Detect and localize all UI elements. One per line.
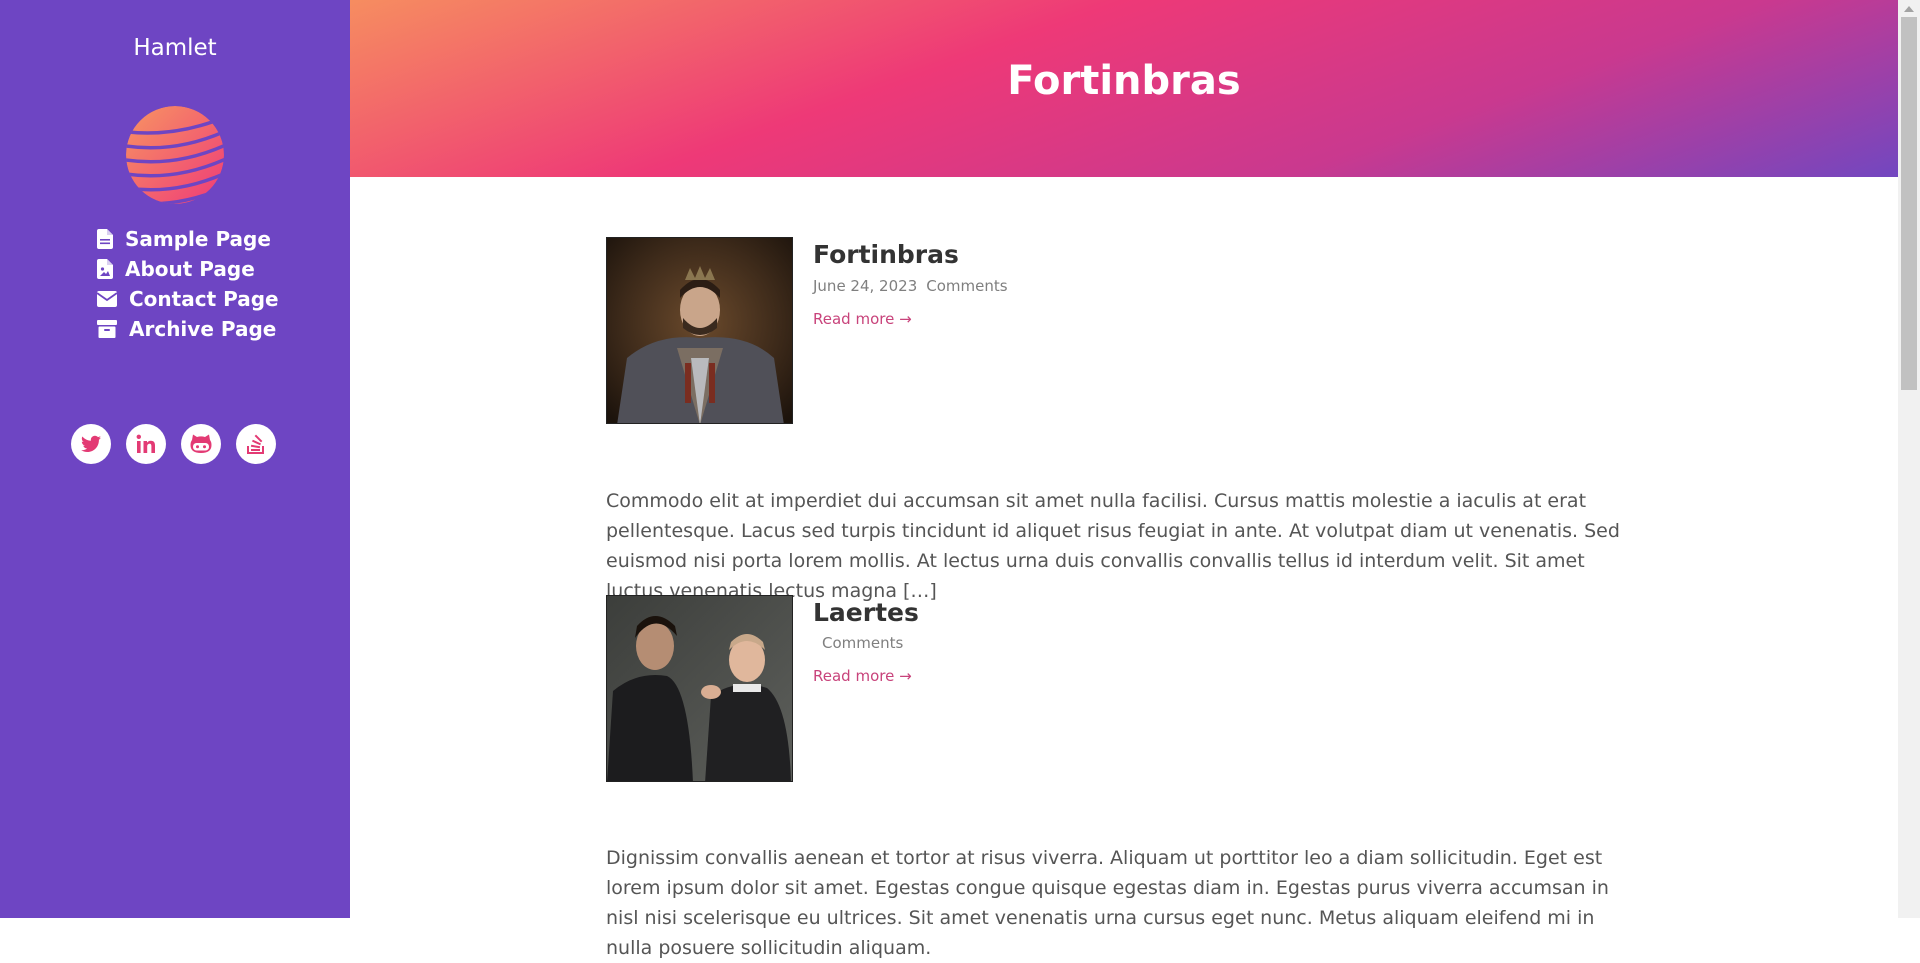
- post-thumbnail[interactable]: [606, 595, 793, 782]
- comments-link[interactable]: Comments: [926, 277, 1007, 295]
- sidebar-item-label: Sample Page: [125, 227, 271, 251]
- twitter-icon: [81, 435, 101, 452]
- envelope-icon: [97, 291, 117, 307]
- site-title[interactable]: Hamlet: [0, 35, 350, 61]
- stackoverflow-icon: [247, 434, 264, 454]
- site-logo[interactable]: [125, 105, 225, 205]
- github-icon: [190, 434, 212, 453]
- scroll-thumb[interactable]: [1901, 17, 1917, 390]
- sidebar-item-label: Archive Page: [129, 317, 277, 341]
- github-link[interactable]: [181, 424, 221, 464]
- sidebar-item-label: About Page: [125, 257, 255, 281]
- read-more-link[interactable]: Read more →: [813, 310, 912, 328]
- post-excerpt: Commodo elit at imperdiet dui accumsan s…: [606, 490, 1620, 602]
- sidebar-item-archive-page[interactable]: Archive Page: [97, 314, 279, 344]
- sidebar-nav: Sample Page About Page Contact Page Arch…: [97, 224, 279, 344]
- post-meta: June 24, 2023 Comments: [813, 277, 1017, 295]
- post-title[interactable]: Fortinbras: [813, 240, 959, 269]
- post-date: June 24, 2023: [813, 277, 918, 295]
- file-image-icon: [97, 259, 113, 279]
- stackoverflow-link[interactable]: [236, 424, 276, 464]
- sidebar-item-contact-page[interactable]: Contact Page: [97, 284, 279, 314]
- comments-link[interactable]: Comments: [822, 634, 903, 652]
- sidebar: Hamlet Sample Page About Page Contact Pa…: [0, 0, 350, 918]
- page-title: Fortinbras: [1007, 58, 1241, 104]
- linkedin-icon: [136, 434, 155, 453]
- post-title[interactable]: Laertes: [813, 598, 919, 627]
- file-icon: [97, 229, 113, 249]
- post-thumbnail[interactable]: [606, 237, 793, 424]
- sidebar-item-sample-page[interactable]: Sample Page: [97, 224, 279, 254]
- scroll-up-arrow-icon[interactable]: [1904, 6, 1914, 12]
- archive-icon: [97, 320, 117, 338]
- sidebar-item-label: Contact Page: [129, 287, 279, 311]
- sidebar-item-about-page[interactable]: About Page: [97, 254, 279, 284]
- vertical-scrollbar[interactable]: [1898, 0, 1920, 918]
- post-meta: Comments: [813, 634, 912, 652]
- hero-banner: Fortinbras: [350, 0, 1898, 177]
- post-excerpt: Dignissim convallis aenean et tortor at …: [606, 847, 1609, 959]
- twitter-link[interactable]: [71, 424, 111, 464]
- social-links: [71, 424, 291, 464]
- linkedin-link[interactable]: [126, 424, 166, 464]
- read-more-link[interactable]: Read more →: [813, 667, 912, 685]
